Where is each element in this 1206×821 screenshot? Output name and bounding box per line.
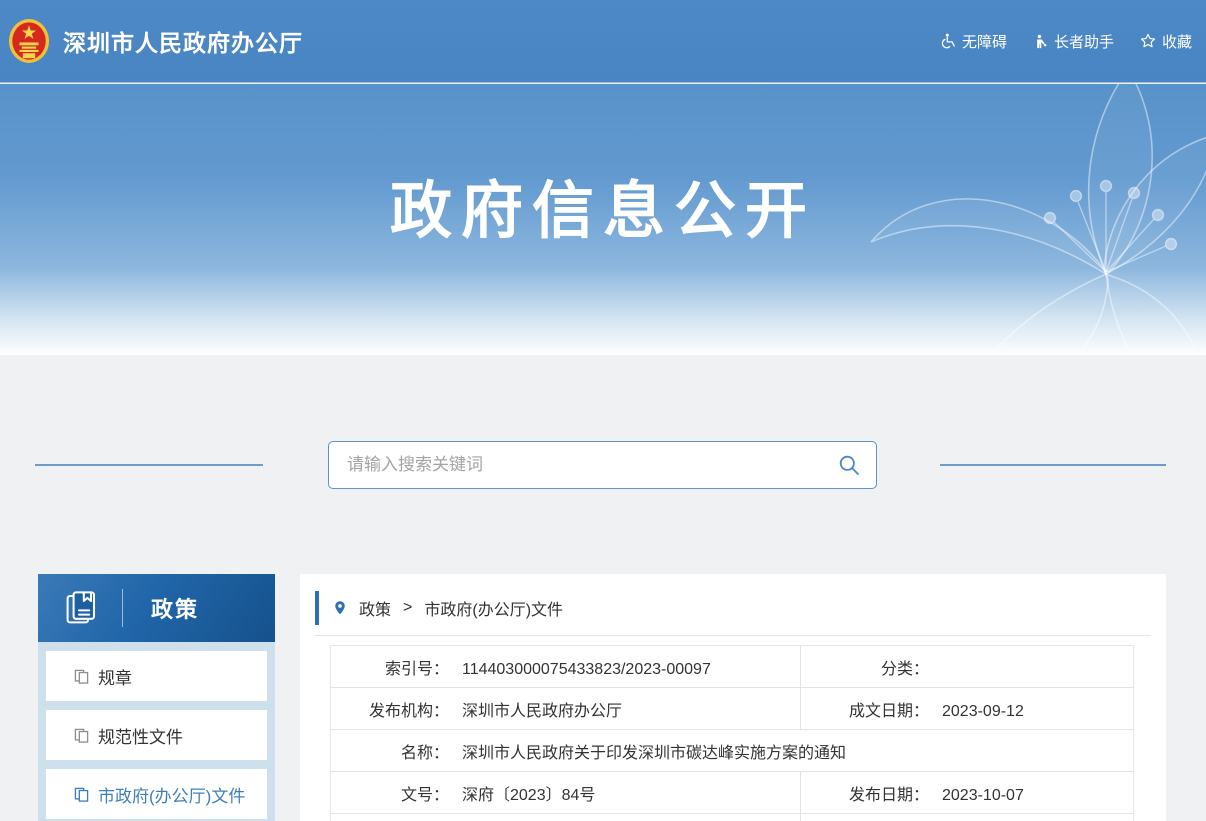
breadcrumb-accent-bar: [315, 591, 319, 625]
search-input[interactable]: [347, 455, 838, 475]
page-title: 政府信息公开: [0, 160, 1206, 250]
document-icon: [74, 669, 89, 684]
sidebar-item-label: 规范性文件: [98, 723, 183, 748]
meta-label: 成文日期：: [801, 697, 929, 721]
accessibility-link[interactable]: 无障碍: [940, 31, 1007, 52]
header-utility-links: 无障碍 长者助手 收藏: [940, 31, 1192, 52]
main-panel: 政策 > 市政府(办公厅)文件 索引号： 114403000075433823/2…: [300, 574, 1166, 821]
table-row: 名称： 深圳市人民政府关于印发深圳市碳达峰实施方案的通知: [331, 730, 1134, 772]
location-pin-icon: [333, 600, 347, 616]
sidebar-item-municipal-government-documents[interactable]: 市政府(办公厅)文件: [46, 769, 267, 819]
sidebar-header-divider: [122, 589, 123, 627]
meta-label: 分类：: [801, 655, 929, 679]
publish-date-cell: 发布日期： 2023-10-07: [801, 772, 1134, 814]
accessibility-label: 无障碍: [962, 31, 1007, 52]
table-row: 索引号： 114403000075433823/2023-00097 分类：: [331, 646, 1134, 688]
document-icon: [74, 728, 89, 743]
elder-helper-link[interactable]: 长者助手: [1033, 31, 1114, 52]
favorite-label: 收藏: [1162, 31, 1192, 52]
elder-helper-label: 长者助手: [1054, 31, 1114, 52]
banner: 政府信息公开: [0, 84, 1206, 355]
table-row: 文号： 深府〔2023〕84号 发布日期： 2023-10-07: [331, 772, 1134, 814]
category-cell: 分类：: [801, 646, 1134, 688]
top-header: 深圳市人民政府办公厅 无障碍: [0, 0, 1206, 83]
document-number-cell: 文号： 深府〔2023〕84号: [331, 772, 801, 814]
meta-label: 发布机构：: [331, 697, 449, 721]
search-icon: [838, 454, 860, 476]
table-row: [331, 814, 1134, 821]
breadcrumb: 政策 > 市政府(办公厅)文件: [315, 593, 1166, 623]
sidebar-menu: 规章 规范性文件: [38, 642, 275, 821]
meta-label: 名称：: [331, 739, 449, 763]
empty-cell: [331, 814, 801, 821]
meta-value: 深圳市人民政府办公厅: [462, 703, 622, 720]
meta-value: 深圳市人民政府关于印发深圳市碳达峰实施方案的通知: [462, 745, 846, 762]
elder-icon: [1033, 34, 1048, 49]
wheelchair-icon: [940, 33, 956, 49]
meta-label: 文号：: [331, 781, 449, 805]
decor-line-right: [940, 464, 1166, 466]
breadcrumb-link-policy[interactable]: 政策: [359, 596, 391, 620]
site-title: 深圳市人民政府办公厅: [63, 24, 303, 58]
breadcrumb-current: 市政府(办公厅)文件: [424, 596, 563, 620]
meta-value: 2023-10-07: [942, 787, 1024, 804]
issue-date-cell: 成文日期： 2023-09-12: [801, 688, 1134, 730]
document-name-cell: 名称： 深圳市人民政府关于印发深圳市碳达峰实施方案的通知: [331, 730, 1134, 772]
search-button[interactable]: [838, 454, 860, 476]
sidebar-title: 政策: [151, 592, 199, 624]
meta-value: 深府〔2023〕84号: [462, 787, 595, 804]
breadcrumb-separator: >: [403, 599, 412, 617]
meta-value: 114403000075433823/2023-00097: [462, 661, 711, 678]
decor-line-left: [35, 464, 263, 466]
sidebar-header: 政策: [38, 574, 275, 642]
sidebar: 政策 规章: [38, 574, 275, 821]
favorite-link[interactable]: 收藏: [1140, 31, 1192, 52]
policy-book-icon: [64, 590, 100, 626]
empty-cell: [801, 814, 1134, 821]
issuing-agency-cell: 发布机构： 深圳市人民政府办公厅: [331, 688, 801, 730]
document-meta-table: 索引号： 114403000075433823/2023-00097 分类： 发布…: [330, 645, 1134, 821]
sidebar-item-normative-documents[interactable]: 规范性文件: [46, 710, 267, 760]
sidebar-item-label: 市政府(办公厅)文件: [98, 782, 245, 807]
search-box: [328, 441, 877, 489]
sidebar-item-regulations[interactable]: 规章: [46, 651, 267, 701]
breadcrumb-divider: [315, 635, 1151, 636]
index-number-cell: 索引号： 114403000075433823/2023-00097: [331, 646, 801, 688]
document-icon: [74, 787, 89, 802]
star-icon: [1140, 33, 1156, 49]
national-emblem-icon: [8, 18, 50, 64]
meta-label: 发布日期：: [801, 781, 929, 805]
page: 深圳市人民政府办公厅 无障碍: [0, 0, 1206, 821]
content-section: 政策 规章: [0, 355, 1206, 821]
meta-value: 2023-09-12: [942, 703, 1024, 720]
sidebar-item-label: 规章: [98, 664, 132, 689]
table-row: 发布机构： 深圳市人民政府办公厅 成文日期： 2023-09-12: [331, 688, 1134, 730]
meta-label: 索引号：: [331, 655, 449, 679]
